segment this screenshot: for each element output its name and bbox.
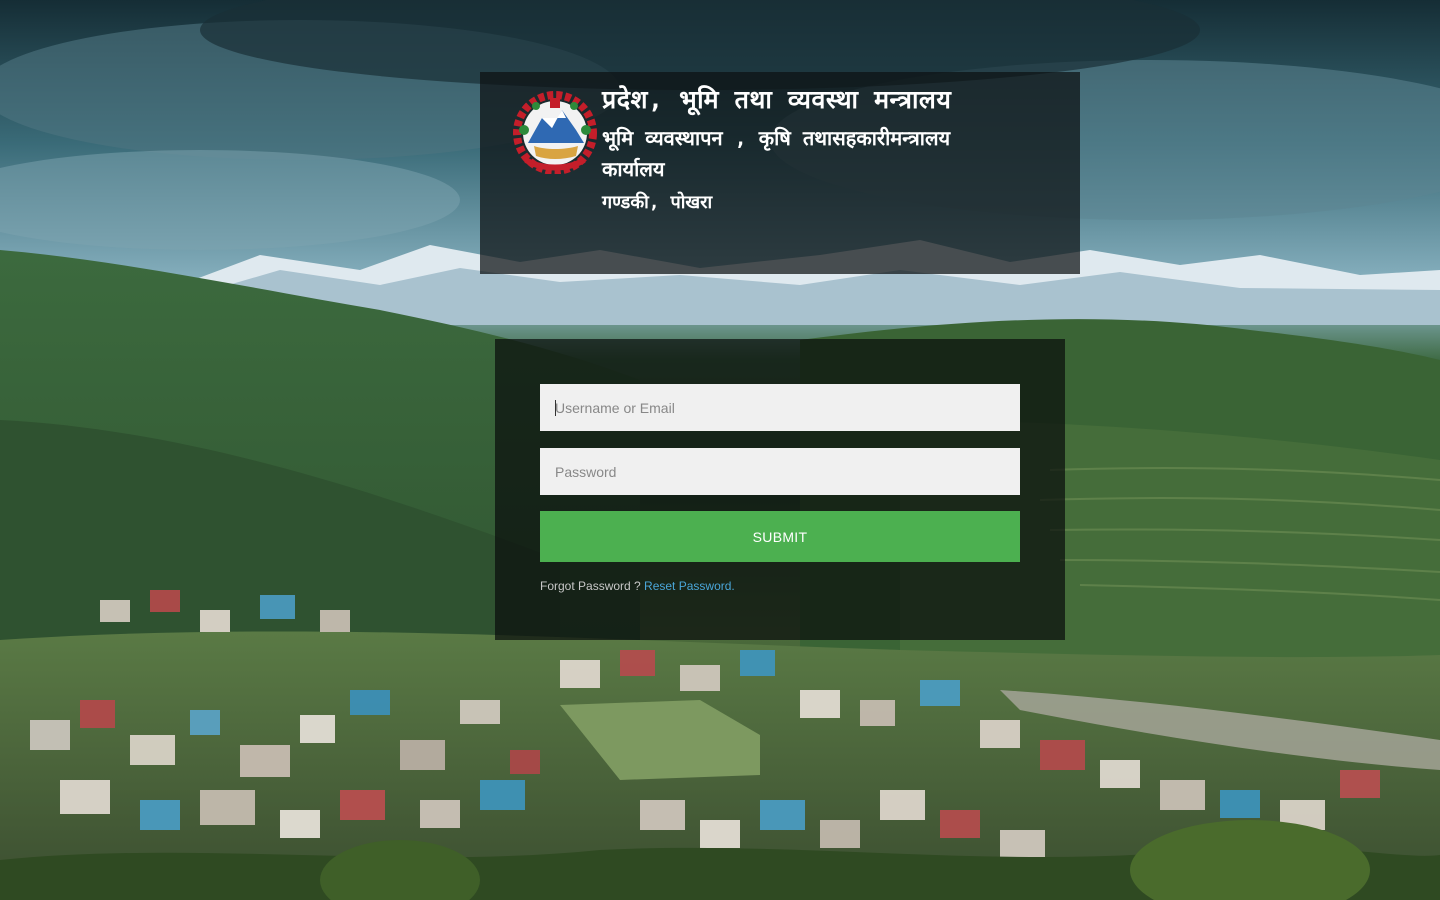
office-location: गण्डकी, पोखरा (602, 192, 713, 213)
forgot-password-text: Forgot Password ? (540, 579, 645, 593)
login-panel: SUBMIT Forgot Password ? Reset Password. (495, 339, 1065, 640)
nepal-emblem-icon (506, 88, 604, 175)
office-header-text: प्रदेश, भूमि तथा व्यवस्था मन्त्रालय भूमि… (602, 82, 1022, 215)
reset-password-link[interactable]: Reset Password. (644, 579, 735, 593)
office-header-panel: प्रदेश, भूमि तथा व्यवस्था मन्त्रालय भूमि… (480, 72, 1080, 274)
office-subtitle: भूमि व्यवस्थापन , कृषि तथासहकारीमन्त्राल… (602, 126, 951, 181)
ministry-title: प्रदेश, भूमि तथा व्यवस्था मन्त्रालय (602, 85, 952, 114)
username-input[interactable] (540, 384, 1020, 431)
text-caret (555, 400, 556, 416)
submit-button[interactable]: SUBMIT (540, 511, 1020, 562)
password-input[interactable] (540, 448, 1020, 495)
forgot-password-row: Forgot Password ? Reset Password. (540, 579, 735, 593)
